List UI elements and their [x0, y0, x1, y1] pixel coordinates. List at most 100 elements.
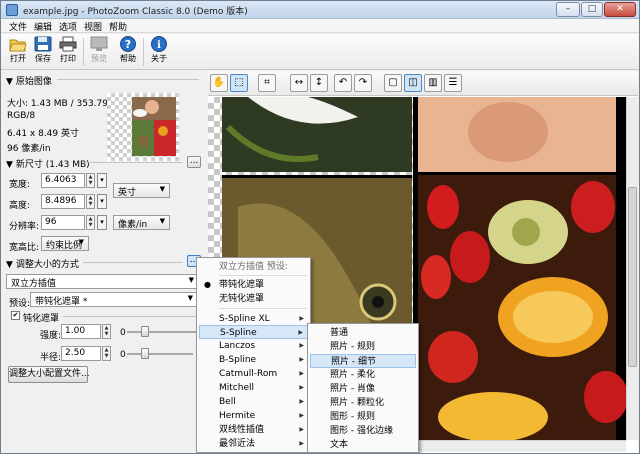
rotate-left-icon[interactable]: ↶	[334, 74, 352, 92]
menu-edit[interactable]: 编辑	[34, 20, 52, 33]
submenu-item[interactable]: 普通	[310, 326, 416, 340]
resize-method-select[interactable]: 双立方插值 ▼	[6, 274, 199, 289]
resolution-spinner[interactable]: ▲ ▼	[86, 215, 95, 230]
submenu-item[interactable]: 文本	[310, 438, 416, 452]
app-icon	[6, 4, 18, 16]
radius-spinner[interactable]: ▲ ▼	[102, 346, 111, 361]
crop-icon[interactable]: ⌗	[258, 74, 276, 92]
main-toolbar: 打开 保存 打印 预览 ? 帮助 i 关于	[1, 34, 639, 70]
minimize-button[interactable]: –	[556, 2, 580, 17]
menu-item-with-unsharp[interactable]: ● 带钝化遮罩	[199, 278, 308, 292]
svg-text:?: ?	[125, 38, 131, 51]
menu-item-bell[interactable]: Bell ▶	[199, 395, 308, 409]
fit-width-icon[interactable]: ↔	[290, 74, 308, 92]
menu-separator	[219, 275, 307, 276]
s-spline-submenu: 普通 照片 - 规则 照片 - 细节 照片 - 柔化 照片 - 肖像 照片 - …	[307, 323, 419, 453]
menu-file[interactable]: 文件	[9, 20, 27, 33]
strength-input[interactable]: 1.00	[61, 324, 101, 339]
aspect-ratio-select[interactable]: 约束比例 ▼	[41, 236, 89, 251]
resize-method-header[interactable]: ▼ 调整大小的方式	[6, 257, 79, 270]
submenu-item[interactable]: 照片 - 颗粒化	[310, 396, 416, 410]
scroll-thumb[interactable]	[628, 187, 637, 367]
floppy-save-icon	[34, 36, 52, 52]
slider-thumb[interactable]	[141, 326, 149, 337]
height-label: 高度:	[9, 201, 31, 211]
fit-height-icon[interactable]: ↕	[310, 74, 328, 92]
submenu-item[interactable]: 图形 - 规则	[310, 410, 416, 424]
menu-item-bilinear[interactable]: 双线性插值 ▶	[199, 423, 308, 437]
divider	[63, 316, 199, 317]
height-input[interactable]: 8.4896	[41, 194, 85, 209]
strength-slider[interactable]	[127, 326, 201, 338]
original-thumbnail[interactable]	[107, 93, 179, 161]
height-unit-toggle[interactable]: ▾	[97, 194, 107, 209]
checked-bullet-icon: ●	[204, 280, 211, 289]
strength-min-label: 0	[120, 328, 126, 338]
preview-monitor-icon	[90, 36, 108, 51]
menu-item-s-spline-xl[interactable]: S-Spline XL ▶	[199, 312, 308, 326]
new-size-header[interactable]: ▼ 新尺寸 (1.43 MB)	[6, 157, 90, 170]
original-image-header[interactable]: ▼ 原始图像	[6, 74, 52, 87]
unsharp-mask-checkbox[interactable]: ✔	[11, 311, 20, 320]
hand-tool-icon[interactable]: ✋	[210, 74, 228, 92]
print-button[interactable]: 打印	[55, 36, 81, 68]
size-unit-select[interactable]: 英寸 ▼	[113, 183, 170, 198]
radius-input[interactable]: 2.50	[61, 346, 101, 361]
resolution-unit-toggle[interactable]: ▾	[97, 215, 107, 230]
unsharp-mask-label: 钝化遮罩	[23, 314, 60, 324]
divider	[83, 262, 183, 263]
info-icon: i	[151, 36, 167, 52]
height-spinner[interactable]: ▲ ▼	[86, 194, 95, 209]
preview-toolbar: ✋ ⬚ ⌗ ↔ ↕ ↶ ↷ ▢ ◫ ▥ ☰	[208, 71, 638, 96]
width-input[interactable]: 6.4063	[41, 173, 85, 188]
menu-item-b-spline[interactable]: B-Spline ▶	[199, 353, 308, 367]
single-view-icon[interactable]: ▢	[384, 74, 402, 92]
select-tool-icon[interactable]: ⬚	[230, 74, 248, 92]
submenu-item[interactable]: 照片 - 柔化	[310, 368, 416, 382]
resize-profile-button[interactable]: 调整大小配置文件...	[8, 366, 90, 383]
menu-view[interactable]: 视图	[84, 20, 102, 33]
radius-slider[interactable]	[127, 348, 193, 360]
slider-thumb[interactable]	[141, 348, 149, 359]
menu-item-nearest-neighbor[interactable]: 最邻近法 ▶	[199, 437, 308, 451]
submenu-item[interactable]: 照片 - 规则	[310, 340, 416, 354]
preview-button[interactable]: 预览	[86, 36, 112, 68]
window-title: example.jpg - PhotoZoom Classic 8.0 (Dem…	[23, 7, 248, 17]
stacked-view-icon[interactable]: ☰	[444, 74, 462, 92]
preview-vertical-scrollbar[interactable]	[626, 97, 638, 440]
submenu-arrow-icon: ▶	[299, 356, 304, 363]
split-view-icon[interactable]: ◫	[404, 74, 422, 92]
resolution-input[interactable]: 96	[41, 215, 85, 230]
submenu-item[interactable]: 照片 - 细节	[310, 354, 416, 368]
submenu-arrow-icon: ▶	[299, 342, 304, 349]
menu-options[interactable]: 选项	[59, 20, 77, 33]
open-button[interactable]: 打开	[5, 36, 31, 68]
about-button[interactable]: i 关于	[146, 36, 172, 68]
new-size-more-button[interactable]: ...	[187, 156, 201, 168]
strength-label: 强度:	[40, 331, 62, 341]
strength-spinner[interactable]: ▲ ▼	[102, 324, 111, 339]
help-button[interactable]: ? 帮助	[115, 36, 141, 68]
menu-item-mitchell[interactable]: Mitchell ▶	[199, 381, 308, 395]
menu-help[interactable]: 帮助	[109, 20, 127, 33]
width-spinner[interactable]: ▲ ▼	[86, 173, 95, 188]
radius-min-label: 0	[120, 350, 126, 360]
rotate-right-icon[interactable]: ↷	[354, 74, 372, 92]
preset-select[interactable]: 带钝化遮罩 * ▼	[30, 292, 198, 307]
side-by-side-icon[interactable]: ▥	[424, 74, 442, 92]
submenu-item[interactable]: 图形 - 强化边缘	[310, 424, 416, 438]
submenu-arrow-icon: ▶	[299, 426, 304, 433]
maximize-button[interactable]: □	[581, 2, 603, 17]
menu-item-lanczos[interactable]: Lanczos ▶	[199, 339, 308, 353]
width-unit-toggle[interactable]: ▾	[97, 173, 107, 188]
submenu-arrow-icon: ▶	[299, 384, 304, 391]
menu-item-hermite[interactable]: Hermite ▶	[199, 409, 308, 423]
close-button[interactable]: ✕	[604, 2, 636, 17]
save-button[interactable]: 保存	[30, 36, 56, 68]
menu-item-without-unsharp[interactable]: 无钝化遮罩	[199, 292, 308, 306]
toolbar-separator	[83, 38, 84, 66]
menu-item-s-spline[interactable]: S-Spline ▶	[199, 325, 308, 339]
menu-item-catmull-rom[interactable]: Catmull-Rom ▶	[199, 367, 308, 381]
submenu-item[interactable]: 照片 - 肖像	[310, 382, 416, 396]
resolution-unit-select[interactable]: 像素/in ▼	[113, 215, 170, 230]
